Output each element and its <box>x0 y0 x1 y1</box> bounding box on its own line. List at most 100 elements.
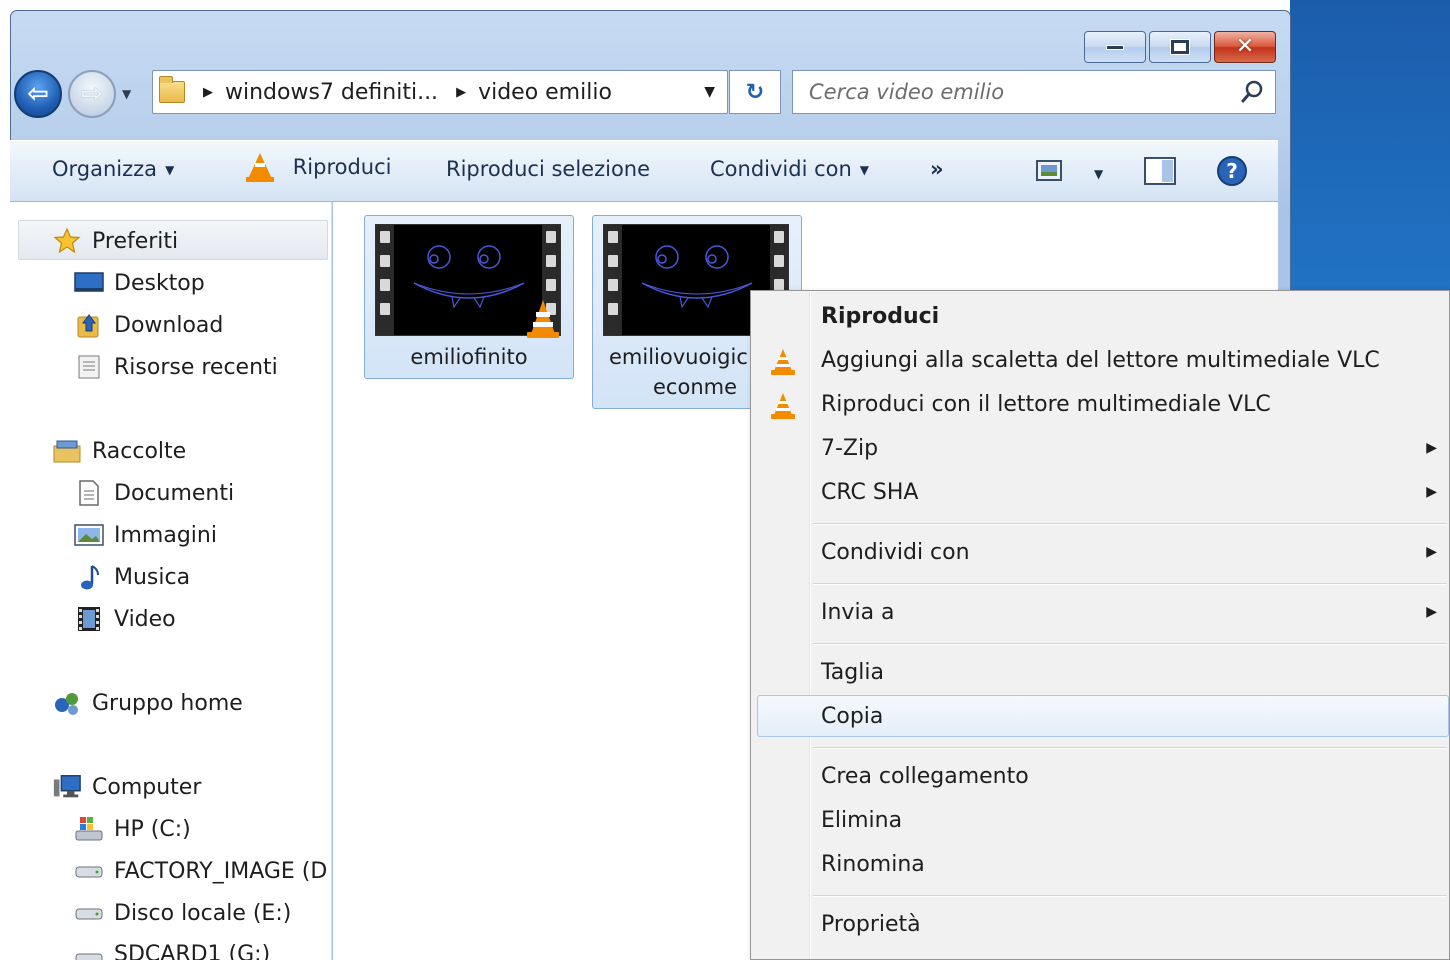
recent-pages-dropdown[interactable]: ▼ <box>122 87 131 101</box>
vlc-icon <box>771 349 795 375</box>
nav-item-drive-d[interactable]: FACTORY_IMAGE (D <box>74 858 327 884</box>
nav-item-label: Immagini <box>114 522 217 548</box>
context-menu: Riproduci Aggiungi alla scaletta del let… <box>750 290 1450 960</box>
arrow-left-icon: ⇦ <box>27 79 49 109</box>
smiley-face-icon <box>413 245 525 309</box>
nav-item-drive-g[interactable]: SDCARD1 (G:) <box>74 942 270 960</box>
chevron-down-icon: ▼ <box>165 163 175 177</box>
more-commands-button[interactable]: » <box>930 157 944 181</box>
search-input[interactable] <box>809 72 1229 112</box>
menu-item-crc-sha[interactable]: CRC SHA ▶ <box>755 471 1449 513</box>
desktop-icon <box>74 270 104 296</box>
nav-item-download[interactable]: Download <box>74 312 223 338</box>
submenu-arrow-icon: ▶ <box>1426 484 1437 500</box>
nav-item-favorites[interactable]: Preferiti <box>52 227 178 254</box>
search-box[interactable] <box>792 70 1276 114</box>
breadcrumb-chevron-icon[interactable]: ▶ <box>203 85 213 100</box>
preview-pane-icon <box>1144 157 1176 185</box>
forward-button[interactable]: ⇨ <box>68 70 116 118</box>
menu-item-share-with[interactable]: Condividi con ▶ <box>755 531 1449 573</box>
menu-item-label: Aggiungi alla scaletta del lettore multi… <box>821 347 1380 373</box>
nav-item-drive-c[interactable]: HP (C:) <box>74 816 191 842</box>
film-strip <box>604 225 622 335</box>
nav-item-videos[interactable]: Video <box>74 606 176 632</box>
menu-item-label: Crea collegamento <box>821 763 1029 789</box>
nav-item-label: Musica <box>114 564 191 590</box>
nav-item-label: Documenti <box>114 480 235 506</box>
nav-item-computer[interactable]: Computer <box>52 774 201 800</box>
organize-button[interactable]: Organizza ▼ <box>52 157 174 181</box>
play-label: Riproduci <box>292 155 392 179</box>
submenu-arrow-icon: ▶ <box>1426 604 1437 620</box>
file-item-emiliofinito[interactable]: emiliofinito <box>364 215 574 379</box>
menu-item-add-to-vlc-playlist[interactable]: Aggiungi alla scaletta del lettore multi… <box>755 339 1449 381</box>
menu-item-label: Proprietà <box>821 911 921 937</box>
menu-item-copy[interactable]: Copia <box>757 695 1449 737</box>
menu-item-properties[interactable]: Proprietà <box>755 903 1449 945</box>
search-icon[interactable] <box>1239 79 1265 105</box>
menu-item-play[interactable]: Riproduci <box>755 295 1449 337</box>
nav-item-drive-e[interactable]: Disco locale (E:) <box>74 900 291 926</box>
help-button[interactable]: ? <box>1216 155 1248 192</box>
refresh-button[interactable]: ↻ <box>729 70 781 114</box>
submenu-arrow-icon: ▶ <box>1426 544 1437 560</box>
vlc-icon <box>246 153 274 182</box>
close-button[interactable]: ✕ <box>1214 31 1276 63</box>
play-button[interactable]: Riproduci <box>246 153 392 182</box>
preview-pane-button[interactable] <box>1144 157 1176 190</box>
nav-item-homegroup[interactable]: Gruppo home <box>52 690 243 716</box>
chevron-down-icon: ▼ <box>859 163 870 177</box>
breadcrumb-item[interactable]: video emilio <box>478 80 612 105</box>
system-drive-icon <box>74 816 104 842</box>
menu-separator <box>813 747 1447 749</box>
menu-item-label: Riproduci con il lettore multimediale VL… <box>821 391 1271 417</box>
menu-item-label: Copia <box>821 703 884 729</box>
star-icon <box>52 227 82 254</box>
play-selection-button[interactable]: Riproduci selezione <box>446 157 650 181</box>
menu-item-label: 7-Zip <box>821 435 879 461</box>
menu-item-create-shortcut[interactable]: Crea collegamento <box>755 755 1449 797</box>
share-with-button[interactable]: Condividi con ▼ <box>710 157 869 181</box>
minimize-button[interactable] <box>1084 31 1146 63</box>
computer-icon <box>52 774 82 800</box>
chevron-down-icon: ▼ <box>1094 167 1104 181</box>
nav-item-label: Raccolte <box>92 438 187 464</box>
nav-item-label: FACTORY_IMAGE (D <box>114 858 328 884</box>
address-dropdown-icon[interactable]: ▼ <box>704 84 715 100</box>
nav-item-label: Disco locale (E:) <box>114 900 292 926</box>
view-dropdown[interactable]: ▼ <box>1086 161 1103 185</box>
menu-item-delete[interactable]: Elimina <box>755 799 1449 841</box>
nav-item-recent-places[interactable]: Risorse recenti <box>74 354 278 380</box>
film-strip <box>376 225 394 335</box>
breadcrumb-item[interactable]: windows7 definiti... <box>225 80 438 105</box>
nav-item-label: Desktop <box>114 270 205 296</box>
maximize-button[interactable] <box>1149 31 1211 63</box>
menu-item-rename[interactable]: Rinomina <box>755 843 1449 885</box>
close-icon: ✕ <box>1235 34 1255 59</box>
menu-item-cut[interactable]: Taglia <box>755 651 1449 693</box>
menu-item-play-with-vlc[interactable]: Riproduci con il lettore multimediale VL… <box>755 383 1449 425</box>
vlc-icon <box>771 393 795 419</box>
nav-item-documents[interactable]: Documenti <box>74 480 234 506</box>
back-button[interactable]: ⇦ <box>14 70 62 118</box>
address-bar[interactable]: ▶ windows7 definiti... ▶ video emilio ▼ <box>152 70 728 114</box>
recent-places-icon <box>74 354 104 380</box>
menu-item-send-to[interactable]: Invia a ▶ <box>755 591 1449 633</box>
refresh-icon: ↻ <box>745 79 765 105</box>
share-with-label: Condividi con <box>710 157 852 181</box>
maximize-icon <box>1170 39 1190 55</box>
change-view-button[interactable] <box>1036 159 1064 188</box>
nav-item-pictures[interactable]: Immagini <box>74 522 217 548</box>
nav-item-music[interactable]: Musica <box>74 564 190 590</box>
document-icon <box>74 480 104 506</box>
nav-item-desktop[interactable]: Desktop <box>74 270 205 296</box>
libraries-icon <box>52 438 82 464</box>
menu-item-label: CRC SHA <box>821 479 919 505</box>
menu-item-7zip[interactable]: 7-Zip ▶ <box>755 427 1449 469</box>
submenu-arrow-icon: ▶ <box>1426 440 1437 456</box>
menu-item-label: Taglia <box>821 659 884 685</box>
menu-separator <box>813 583 1447 585</box>
nav-item-label: SDCARD1 (G:) <box>114 942 271 960</box>
nav-item-libraries[interactable]: Raccolte <box>52 438 186 464</box>
breadcrumb-chevron-icon[interactable]: ▶ <box>456 85 466 100</box>
